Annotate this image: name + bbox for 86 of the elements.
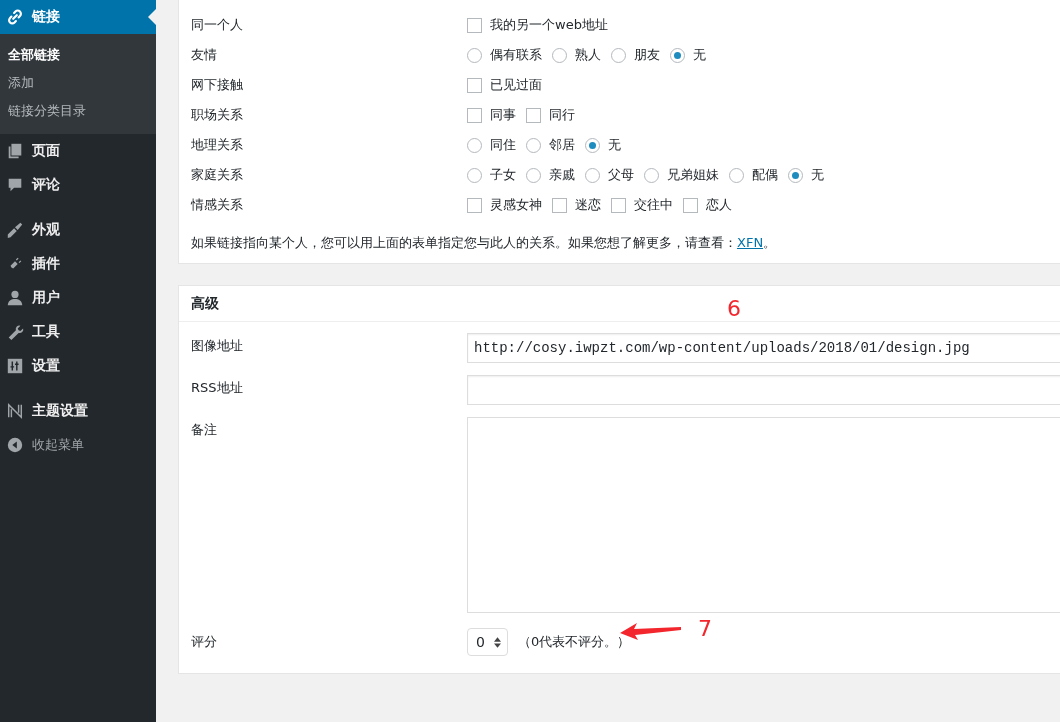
option-label: 偶有联系 <box>490 46 542 64</box>
radio-button[interactable] <box>644 167 659 183</box>
checkbox[interactable] <box>526 107 541 123</box>
option-label: 同行 <box>549 106 575 124</box>
sidebar-item[interactable]: 评论 <box>0 168 156 202</box>
field-label: 评分 <box>191 633 218 651</box>
field-label: 职场关系 <box>191 106 244 124</box>
radio-button[interactable] <box>526 137 541 153</box>
option-label: 朋友 <box>634 46 660 64</box>
checkbox[interactable] <box>467 107 482 123</box>
option-label: 我的另一个web地址 <box>490 16 608 34</box>
field-label: 情感关系 <box>191 196 244 214</box>
option-label: 配偶 <box>752 166 778 184</box>
link-icon <box>6 8 24 26</box>
sidebar-item[interactable]: 插件 <box>0 247 156 281</box>
option-label: 无 <box>608 136 621 154</box>
image-url-field[interactable]: http://cosy.iwpzt.com/wp-content/uploads/2018/01/design.jpg <box>467 333 1060 363</box>
option-label: 恋人 <box>706 196 732 214</box>
checkbox[interactable] <box>552 197 567 213</box>
rating-hint: （0代表不评分。） <box>518 633 631 651</box>
field-label: RSS地址 <box>191 379 244 397</box>
sidebar-item[interactable]: 链接 <box>0 0 156 34</box>
up-down-arrows-icon <box>494 636 501 648</box>
radio-button[interactable] <box>585 137 600 153</box>
submenu-item[interactable]: 添加 <box>0 69 156 97</box>
option-label: 灵感女神 <box>490 196 542 214</box>
wrench-icon <box>6 323 24 341</box>
radio-button[interactable] <box>526 167 541 183</box>
radio-button[interactable] <box>670 47 685 63</box>
radio-button[interactable] <box>467 167 482 183</box>
rss-url-field[interactable] <box>467 375 1060 405</box>
sidebar-item[interactable]: 设置 <box>0 349 156 383</box>
sidebar-item[interactable]: 页面 <box>0 134 156 168</box>
submenu-item[interactable]: 全部链接 <box>0 41 156 69</box>
option-label: 无 <box>693 46 706 64</box>
checkbox[interactable] <box>467 77 482 93</box>
sliders-icon <box>6 357 24 375</box>
user-icon <box>6 289 24 307</box>
radio-button[interactable] <box>611 47 626 63</box>
sidebar-item[interactable]: 用户 <box>0 281 156 315</box>
option-label: 同住 <box>490 136 516 154</box>
option-label: 同事 <box>490 106 516 124</box>
option-label: 邻居 <box>549 136 575 154</box>
checkbox[interactable] <box>467 17 482 33</box>
pages-icon <box>6 142 24 160</box>
checkbox[interactable] <box>611 197 626 213</box>
radio-button[interactable] <box>467 137 482 153</box>
option-label: 无 <box>811 166 824 184</box>
current-item-pointer <box>148 9 156 25</box>
checkbox[interactable] <box>467 197 482 213</box>
field-label: 同一个人 <box>191 16 244 34</box>
field-label: 备注 <box>191 421 218 439</box>
xfn-description: 如果链接指向某个人，您可以用上面的表单指定您与此人的关系。如果您想了解更多，请查看：XFN。 <box>191 234 778 252</box>
checkbox[interactable] <box>683 197 698 213</box>
sidebar-item[interactable]: 工具 <box>0 315 156 349</box>
annotation-arrow <box>620 622 682 640</box>
field-label: 家庭关系 <box>191 166 244 184</box>
radio-button[interactable] <box>467 47 482 63</box>
radio-button[interactable] <box>788 167 803 183</box>
annotation-number: 7 <box>698 618 712 640</box>
radio-button[interactable] <box>552 47 567 63</box>
option-label: 迷恋 <box>575 196 601 214</box>
option-label: 交往中 <box>634 196 673 214</box>
notes-field[interactable] <box>467 417 1060 613</box>
field-label: 地理关系 <box>191 136 244 154</box>
rating-select[interactable]: 0 <box>467 628 508 656</box>
option-label: 已见过面 <box>490 76 542 94</box>
annotation-number: 6 <box>727 298 741 320</box>
sidebar-item[interactable]: 主题设置 <box>0 394 156 428</box>
sidebar-item[interactable]: 外观 <box>0 213 156 247</box>
radio-button[interactable] <box>585 167 600 183</box>
option-label: 亲戚 <box>549 166 575 184</box>
field-label: 网下接触 <box>191 76 244 94</box>
submenu-item[interactable]: 链接分类目录 <box>0 97 156 125</box>
collapse-menu-button[interactable]: 收起菜单 <box>0 428 156 462</box>
option-label: 子女 <box>490 166 516 184</box>
left-arrow-circle-icon <box>6 436 24 454</box>
field-label: 友情 <box>191 46 218 64</box>
stylized-n-icon <box>6 402 24 420</box>
option-label: 熟人 <box>575 46 601 64</box>
paintbrush-icon <box>6 221 24 239</box>
field-label: 图像地址 <box>191 337 244 355</box>
option-label: 兄弟姐妹 <box>667 166 719 184</box>
xfn-link[interactable]: XFN <box>737 235 764 250</box>
radio-button[interactable] <box>729 167 744 183</box>
option-label: 父母 <box>608 166 634 184</box>
